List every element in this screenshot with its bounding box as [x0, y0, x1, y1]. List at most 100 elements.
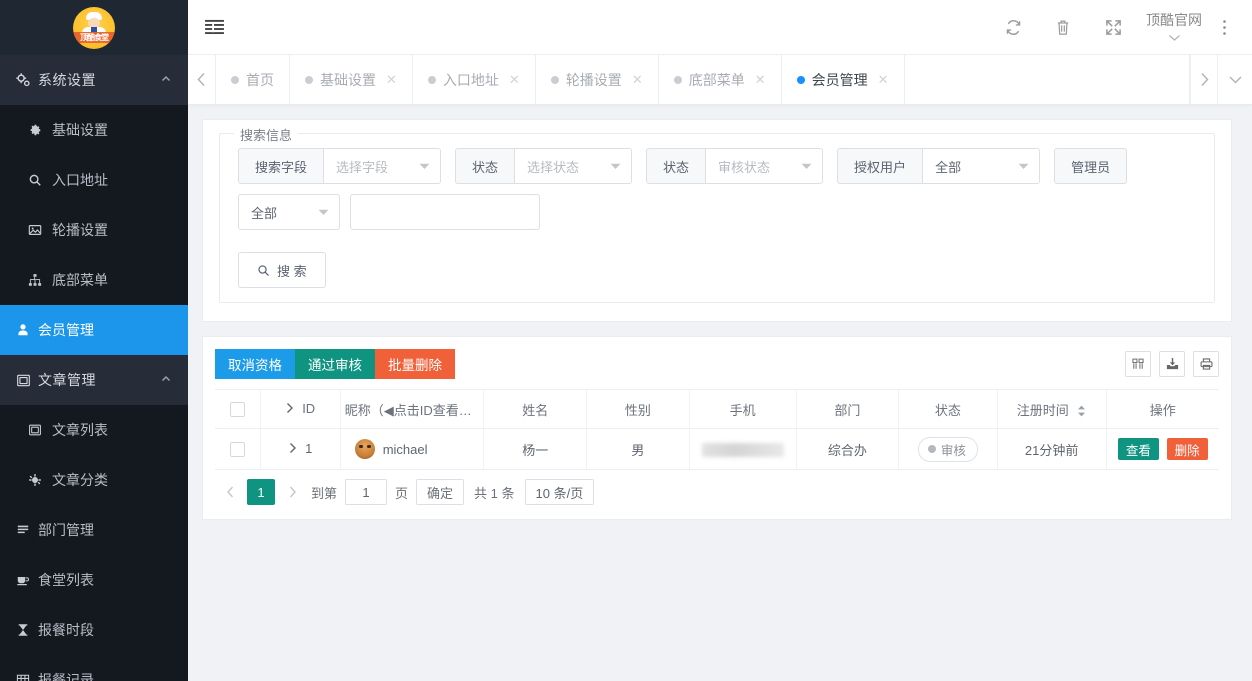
menu-toggle-icon[interactable] — [188, 0, 240, 55]
table-icon — [16, 673, 38, 681]
sidebar-item-carousel-settings[interactable]: 轮播设置 — [0, 205, 188, 255]
tab-close-icon[interactable]: ✕ — [755, 72, 766, 88]
sidebar: 顶酷食堂 系统设置 基础设置 入口地址 轮播设置 底部菜单 会员管理 文章管理 … — [0, 0, 188, 681]
tab-entry-address[interactable]: 入口地址 ✕ — [413, 55, 536, 104]
row-dept: 综合办 — [827, 442, 867, 458]
tab-home[interactable]: 首页 — [216, 55, 290, 104]
th-label: 昵称（◀点击ID查看报... — [344, 402, 480, 418]
pagination-prev-icon[interactable] — [219, 479, 241, 505]
search-field-group: 搜索字段 选择字段 — [238, 148, 442, 184]
tab-scroll-right-icon[interactable] — [1190, 55, 1218, 104]
sidebar-group-article-management[interactable]: 文章管理 — [0, 355, 188, 405]
search-row-1: 搜索字段 选择字段 状态 选择状态 状态 审核状态 授权用户 全部 管理员 — [238, 148, 1196, 184]
search-field-select[interactable]: 选择字段 — [323, 148, 442, 184]
row-nickname: michael — [382, 441, 428, 457]
sidebar-item-meal-period[interactable]: 报餐时段 — [0, 605, 188, 655]
sidebar-item-member-management[interactable]: 会员管理 — [0, 305, 188, 355]
pagination-confirm-button[interactable]: 确定 — [416, 479, 465, 505]
sidebar-logo[interactable]: 顶酷食堂 — [0, 0, 188, 55]
tab-member-management[interactable]: 会员管理 ✕ — [782, 55, 905, 104]
sidebar-group-system-settings[interactable]: 系统设置 — [0, 55, 188, 105]
table-row[interactable]: 1 michael 杨一 男 综合办 审核 21分钟前 查看 删除 — [215, 428, 1219, 470]
sidebar-item-basic-settings[interactable]: 基础设置 — [0, 105, 188, 155]
td-regtime: 21分钟前 — [997, 428, 1107, 470]
sidebar-item-bottom-menu[interactable]: 底部菜单 — [0, 255, 188, 305]
th-regtime[interactable]: 注册时间 — [997, 389, 1107, 429]
export-icon[interactable] — [1159, 351, 1185, 377]
th-label: 操作 — [1149, 402, 1176, 418]
delete-button[interactable]: 删除 — [1166, 438, 1208, 460]
more-vertical-icon[interactable] — [1210, 0, 1238, 55]
sidebar-item-label: 轮播设置 — [52, 222, 108, 238]
search-button[interactable]: 搜 索 — [238, 252, 326, 288]
th-name: 姓名 — [483, 389, 588, 429]
chevron-up-icon — [160, 73, 172, 85]
user-menu[interactable]: 顶酷官网 — [1138, 0, 1210, 55]
pagination-page-1[interactable]: 1 — [247, 479, 275, 505]
td-gender: 男 — [586, 428, 690, 470]
th-phone: 手机 — [689, 389, 797, 429]
tab-close-icon[interactable]: ✕ — [386, 72, 397, 88]
sidebar-item-label: 基础设置 — [52, 122, 108, 138]
th-label: 部门 — [834, 402, 861, 418]
auth-user-select[interactable]: 全部 — [922, 148, 1041, 184]
pagination-page-size-select[interactable]: 10 条/页 — [524, 479, 595, 505]
row-regtime: 21分钟前 — [1024, 442, 1079, 458]
view-button[interactable]: 查看 — [1117, 438, 1159, 460]
search-fieldset: 搜索信息 搜索字段 选择字段 状态 选择状态 状态 审核状态 授权用户 全部 管… — [219, 125, 1215, 303]
tab-scroll-left-icon[interactable] — [188, 55, 216, 104]
coffee-icon — [16, 573, 38, 587]
sidebar-item-meal-records[interactable]: 报餐记录 — [0, 655, 188, 681]
status-dot-icon — [927, 445, 936, 453]
sort-icon[interactable] — [1077, 405, 1086, 417]
search-field-label: 搜索字段 — [238, 148, 324, 184]
row-expand-icon[interactable] — [288, 442, 298, 454]
column-settings-icon[interactable] — [1125, 351, 1151, 377]
sidebar-item-canteen-list[interactable]: 食堂列表 — [0, 555, 188, 605]
search-keyword-input[interactable] — [350, 194, 540, 230]
status1-label: 状态 — [455, 148, 515, 184]
user-icon — [16, 323, 38, 337]
status1-select[interactable]: 选择状态 — [514, 148, 633, 184]
admin-select[interactable]: 全部 — [238, 194, 340, 230]
sidebar-item-article-category[interactable]: 文章分类 — [0, 455, 188, 505]
tab-bottom-menu[interactable]: 底部菜单 ✕ — [659, 55, 782, 104]
expand-all-icon[interactable] — [285, 402, 295, 414]
pagination-next-icon[interactable] — [281, 479, 303, 505]
tab-basic-settings[interactable]: 基础设置 ✕ — [290, 55, 413, 104]
members-table: ID 昵称（◀点击ID查看报... 姓名 性别 手机 部门 状态 注册时间 操作… — [215, 389, 1219, 470]
status2-select[interactable]: 审核状态 — [705, 148, 824, 184]
app-root: 顶酷食堂 系统设置 基础设置 入口地址 轮播设置 底部菜单 会员管理 文章管理 … — [0, 0, 1252, 681]
sidebar-item-label: 文章分类 — [52, 472, 108, 488]
th-label: 注册时间 — [1016, 402, 1069, 418]
batch-delete-button[interactable]: 批量删除 — [375, 349, 455, 379]
sidebar-item-entry-address[interactable]: 入口地址 — [0, 155, 188, 205]
status1-value: 选择状态 — [527, 159, 580, 175]
hourglass-icon — [16, 623, 38, 637]
row-checkbox[interactable] — [229, 442, 245, 458]
tab-close-icon[interactable]: ✕ — [878, 72, 889, 88]
fullscreen-icon[interactable] — [1088, 0, 1138, 55]
tab-carousel-settings[interactable]: 轮播设置 ✕ — [536, 55, 659, 104]
tab-dropdown-icon[interactable] — [1218, 55, 1252, 104]
cancel-qualification-button[interactable]: 取消资格 — [215, 349, 295, 379]
tab-close-icon[interactable]: ✕ — [632, 72, 643, 88]
sidebar-item-article-list[interactable]: 文章列表 — [0, 405, 188, 455]
tab-bar: 首页 基础设置 ✕ 入口地址 ✕ 轮播设置 ✕ 底部菜单 ✕ 会员管理 ✕ — [188, 55, 1252, 105]
td-dept: 综合办 — [796, 428, 900, 470]
status-badge[interactable]: 审核 — [917, 436, 978, 462]
sidebar-item-department-management[interactable]: 部门管理 — [0, 505, 188, 555]
admin-group: 管理员 — [1054, 148, 1128, 184]
search-button-label: 搜 索 — [277, 263, 307, 279]
pagination-goto-input[interactable] — [345, 479, 388, 505]
print-icon[interactable] — [1193, 351, 1219, 377]
tab-close-icon[interactable]: ✕ — [509, 72, 520, 88]
tab-label: 轮播设置 — [565, 71, 622, 88]
td-phone — [689, 428, 797, 470]
tab-label: 底部菜单 — [688, 71, 745, 88]
select-all-checkbox[interactable] — [229, 402, 245, 418]
trash-icon[interactable] — [1038, 0, 1088, 55]
approve-button[interactable]: 通过审核 — [295, 349, 375, 379]
refresh-icon[interactable] — [988, 0, 1038, 55]
th-label: 状态 — [934, 402, 961, 418]
